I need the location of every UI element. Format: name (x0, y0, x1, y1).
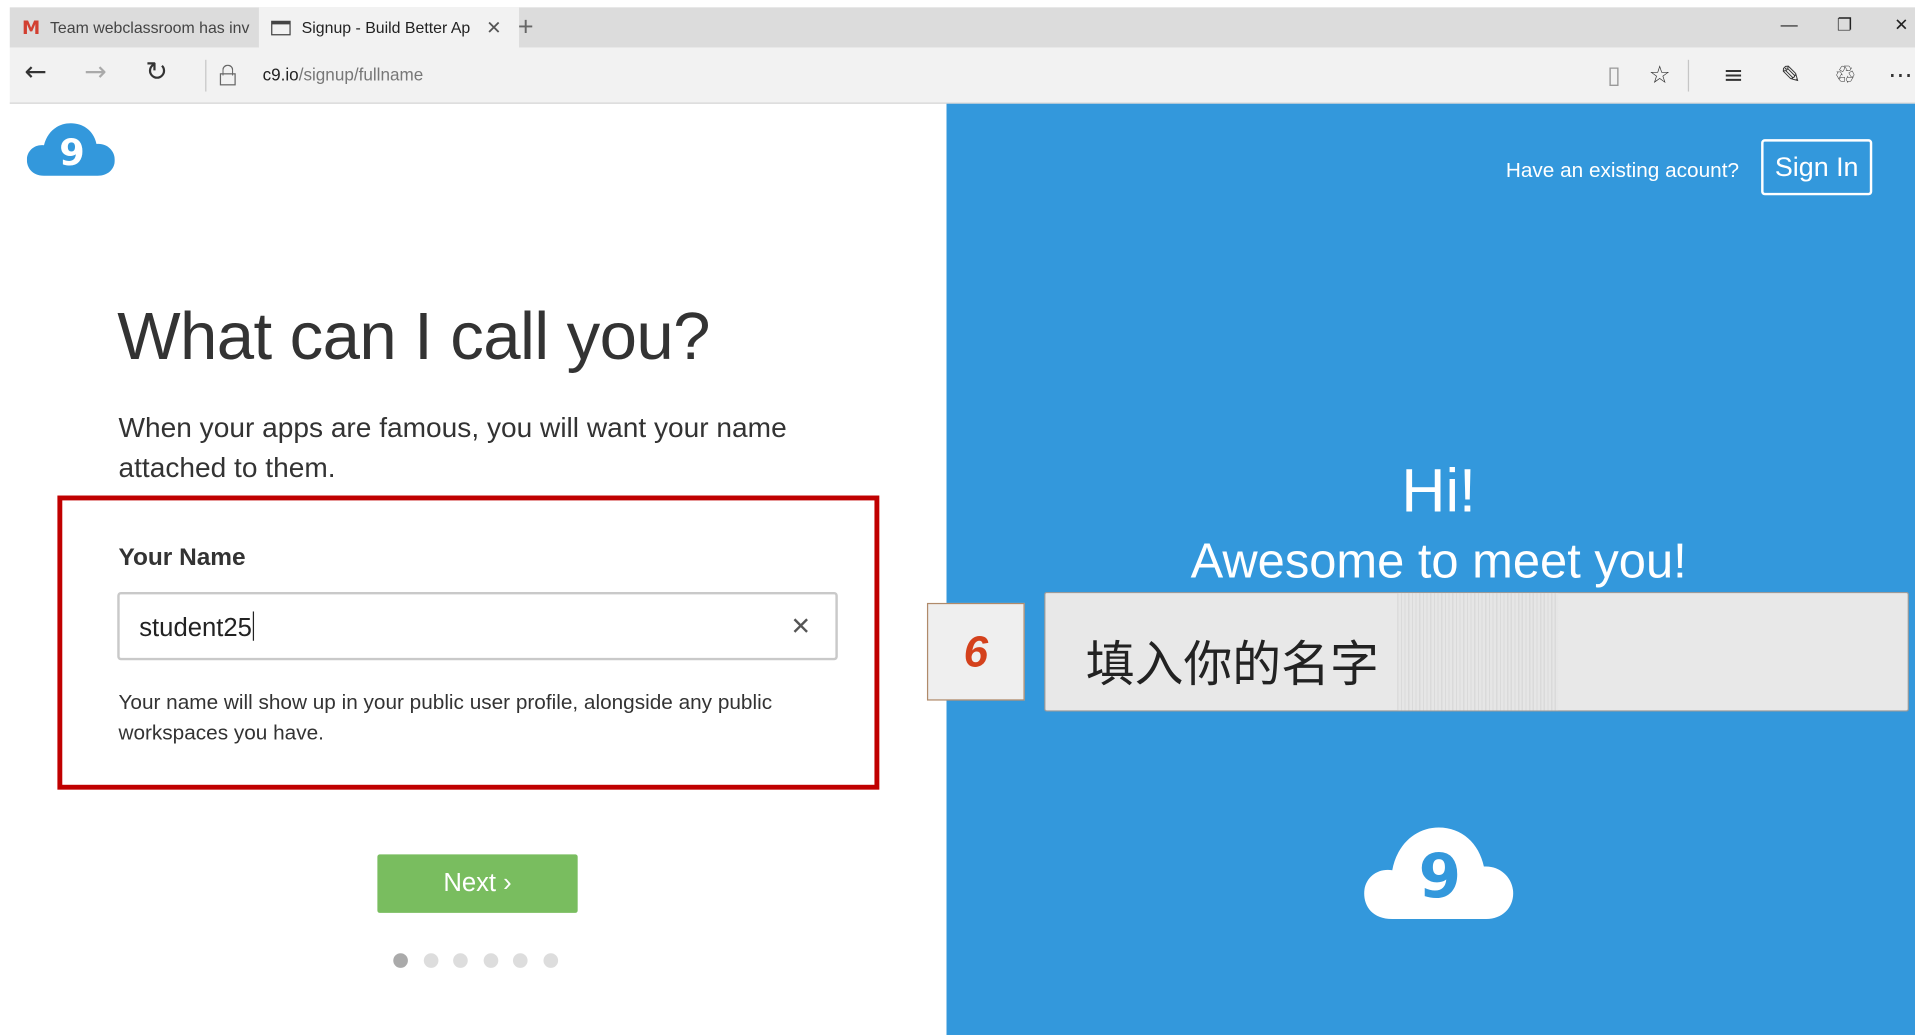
progress-dot (542, 953, 558, 968)
reading-view-icon[interactable]: ▯ (1607, 60, 1620, 89)
tab-signup[interactable]: Signup - Build Better Ap ✕ (258, 7, 520, 48)
url-host: c9.io (262, 64, 299, 85)
instruction-caption: 填入你的名字 (1044, 591, 1909, 712)
separator (205, 59, 207, 92)
page-icon (271, 20, 291, 35)
progress-dot (423, 953, 438, 968)
sign-in-button[interactable]: Sign In (1761, 139, 1873, 196)
existing-account-text: Have an existing acount? (1505, 158, 1740, 182)
minimize-button[interactable]: — (1781, 15, 1798, 35)
next-button[interactable]: Next › (377, 854, 578, 913)
progress-dot-active (393, 953, 408, 968)
page-title: What can I call you? (117, 297, 710, 374)
close-window-button[interactable]: ✕ (1894, 15, 1908, 36)
name-input-value: student25 (139, 611, 255, 643)
gmail-icon: M (21, 16, 41, 39)
url-path: /signup/fullname (298, 64, 424, 85)
tab-label: Signup - Build Better Ap (301, 18, 471, 37)
your-name-label: Your Name (118, 544, 246, 572)
step-number-badge: 6 (926, 602, 1025, 701)
greeting-tagline: Awesome to meet you! (1190, 534, 1687, 589)
name-help-text: Your name will show up in your public us… (118, 690, 773, 745)
close-tab-icon[interactable]: ✕ (486, 16, 501, 39)
welcome-panel: Have an existing acount? Sign In Hi! Awe… (946, 103, 1915, 1035)
progress-dot (483, 953, 498, 968)
greeting: Hi! (1401, 456, 1476, 525)
name-input[interactable]: student25 ✕ (117, 591, 838, 661)
page-subtitle: When your apps are famous, you will want… (118, 411, 787, 484)
favorite-star-icon[interactable]: ☆ (1649, 60, 1671, 89)
forward-arrow-icon[interactable]: → (84, 57, 107, 88)
cloud9-logo-icon[interactable]: 9 (26, 121, 115, 183)
cloud9-large-logo-icon: 9 (1363, 824, 1514, 928)
web-note-icon[interactable]: ✎ (1781, 60, 1801, 89)
address-bar: ← → ↻ c9.io/signup/fullname ▯ ☆ ≡ ✎ ♲ ⋯ (9, 47, 1915, 104)
restore-button[interactable]: ❐ (1837, 15, 1852, 36)
refresh-icon[interactable]: ↻ (145, 57, 168, 88)
logo-glyph: 9 (59, 131, 84, 174)
tab-label: Team webclassroom has inv (49, 18, 250, 37)
share-icon[interactable]: ♲ (1834, 60, 1856, 89)
instruction-text: 填入你的名字 (1085, 637, 1379, 694)
progress-dot (453, 953, 468, 968)
progress-dot (512, 953, 528, 968)
logo-glyph: 9 (1419, 841, 1461, 912)
clear-icon[interactable]: ✕ (790, 611, 810, 642)
new-tab-button[interactable]: + (518, 11, 534, 43)
back-arrow-icon[interactable]: ← (24, 57, 47, 88)
more-icon[interactable]: ⋯ (1888, 60, 1912, 89)
url-field[interactable]: c9.io/signup/fullname (263, 65, 424, 85)
tab-gmail[interactable]: M Team webclassroom has inv (10, 7, 259, 47)
progress-dots (393, 953, 573, 968)
hub-icon[interactable]: ≡ (1723, 60, 1743, 89)
lock-icon (219, 64, 236, 86)
browser-tab-bar: M Team webclassroom has inv Signup - Bui… (9, 7, 1915, 48)
separator (1687, 59, 1690, 92)
caption-shading (1397, 593, 1559, 711)
